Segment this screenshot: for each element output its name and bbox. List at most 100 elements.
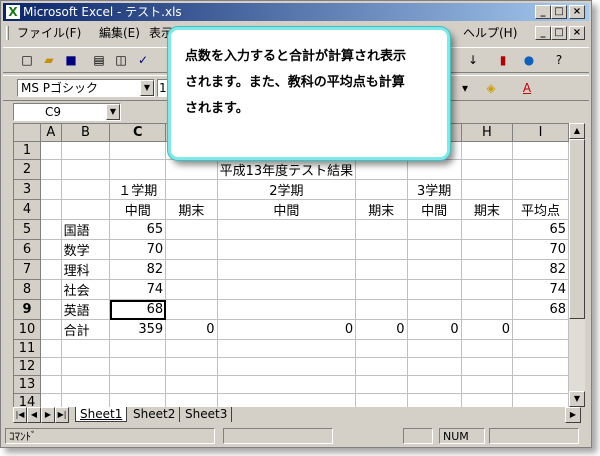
cell-f2[interactable] bbox=[355, 159, 408, 180]
cell-d5[interactable] bbox=[165, 219, 218, 240]
cell-i6[interactable]: 70 bbox=[512, 239, 569, 260]
column-header-h[interactable]: H bbox=[460, 123, 514, 142]
cell-h3[interactable] bbox=[460, 179, 514, 200]
scroll-down-button[interactable]: ▼ bbox=[569, 391, 585, 407]
cell-e4[interactable]: 中間 bbox=[216, 199, 357, 220]
last-sheet-button[interactable]: ▶| bbox=[55, 407, 69, 423]
scroll-up-button[interactable]: ▲ bbox=[569, 123, 585, 139]
cell-h11[interactable] bbox=[460, 339, 514, 358]
cell-d3[interactable] bbox=[165, 179, 218, 200]
cell-e7[interactable] bbox=[216, 259, 357, 280]
cell-i7[interactable]: 82 bbox=[512, 259, 569, 280]
cell-a9[interactable] bbox=[40, 299, 62, 320]
cell-h2[interactable] bbox=[460, 159, 514, 180]
cell-d2[interactable] bbox=[165, 159, 218, 180]
cell-g6[interactable] bbox=[406, 239, 462, 260]
scroll-thumb[interactable] bbox=[569, 139, 585, 319]
row-header[interactable]: 4 bbox=[13, 199, 42, 220]
cell-e9[interactable] bbox=[216, 299, 357, 320]
cell-b9[interactable]: 英語 bbox=[60, 299, 111, 320]
cell-c11[interactable] bbox=[109, 339, 167, 358]
cell-b5[interactable]: 国語 bbox=[60, 219, 111, 240]
font-name-select[interactable]: MS Pゴシック ▼ bbox=[17, 79, 155, 97]
font-name-dropdown-icon[interactable]: ▼ bbox=[140, 80, 154, 96]
cell-f11[interactable] bbox=[355, 339, 408, 358]
cell-d8[interactable] bbox=[165, 279, 218, 300]
cell-i11[interactable] bbox=[512, 339, 569, 358]
open-folder-icon[interactable]: ▰ bbox=[39, 51, 59, 69]
cell-h6[interactable] bbox=[460, 239, 514, 260]
cell-c9[interactable]: 68 bbox=[109, 299, 167, 320]
cell-g3[interactable]: 3学期 bbox=[406, 179, 462, 200]
cell-f4[interactable]: 期末 bbox=[355, 199, 408, 220]
cell-f5[interactable] bbox=[355, 219, 408, 240]
cell-d14[interactable] bbox=[165, 393, 218, 407]
cell-h4[interactable]: 期末 bbox=[460, 199, 514, 220]
cell-d4[interactable]: 期末 bbox=[165, 199, 218, 220]
font-color-icon[interactable]: A bbox=[517, 79, 537, 97]
worksheet-grid[interactable]: ABCDEFGHI12平成13年度テスト結果3１学期2学期3学期4中間期末中間期… bbox=[13, 123, 569, 407]
cell-e6[interactable] bbox=[216, 239, 357, 260]
cell-b14[interactable] bbox=[60, 393, 111, 407]
name-box-dropdown-icon[interactable]: ▼ bbox=[106, 104, 120, 120]
row-header[interactable]: 7 bbox=[13, 259, 42, 280]
cell-g5[interactable] bbox=[406, 219, 462, 240]
cell-c2[interactable] bbox=[109, 159, 167, 180]
cell-a5[interactable] bbox=[40, 219, 62, 240]
cell-g12[interactable] bbox=[406, 357, 462, 376]
maximize-button[interactable]: □ bbox=[551, 5, 567, 19]
cell-i9[interactable]: 68 bbox=[512, 299, 569, 320]
cell-b10[interactable]: 合計 bbox=[60, 319, 111, 340]
cell-a10[interactable] bbox=[40, 319, 62, 340]
cell-b3[interactable] bbox=[60, 179, 111, 200]
cell-b2[interactable] bbox=[60, 159, 111, 180]
cell-h1[interactable] bbox=[460, 141, 514, 160]
tab-sheet3[interactable]: Sheet3 bbox=[181, 407, 233, 422]
save-icon[interactable]: ■ bbox=[61, 51, 81, 69]
row-header[interactable]: 11 bbox=[13, 339, 42, 358]
cell-f7[interactable] bbox=[355, 259, 408, 280]
cell-d11[interactable] bbox=[165, 339, 218, 358]
cell-c13[interactable] bbox=[109, 375, 167, 394]
cell-a1[interactable] bbox=[40, 141, 62, 160]
cell-f14[interactable] bbox=[355, 393, 408, 407]
cell-g7[interactable] bbox=[406, 259, 462, 280]
cell-i1[interactable] bbox=[512, 141, 569, 160]
web-icon[interactable]: ● bbox=[519, 51, 539, 69]
cell-b11[interactable] bbox=[60, 339, 111, 358]
vertical-scrollbar[interactable]: ▲ ▼ bbox=[569, 123, 585, 407]
chart-wizard-icon[interactable]: ▮ bbox=[493, 51, 513, 69]
cell-e13[interactable] bbox=[216, 375, 357, 394]
row-header[interactable]: 9 bbox=[13, 299, 42, 320]
cell-c4[interactable]: 中間 bbox=[109, 199, 167, 220]
cell-h14[interactable] bbox=[460, 393, 514, 407]
cell-h13[interactable] bbox=[460, 375, 514, 394]
cell-d9[interactable] bbox=[165, 299, 218, 320]
cell-f13[interactable] bbox=[355, 375, 408, 394]
cell-g14[interactable] bbox=[406, 393, 462, 407]
row-header[interactable]: 3 bbox=[13, 179, 42, 200]
cell-e5[interactable] bbox=[216, 219, 357, 240]
column-header-i[interactable]: I bbox=[512, 123, 569, 142]
name-box[interactable]: C9 ▼ bbox=[13, 103, 121, 121]
cell-b7[interactable]: 理科 bbox=[60, 259, 111, 280]
row-header[interactable]: 5 bbox=[13, 219, 42, 240]
cell-b12[interactable] bbox=[60, 357, 111, 376]
cell-e2[interactable]: 平成13年度テスト結果 bbox=[216, 159, 357, 180]
new-file-icon[interactable]: □ bbox=[17, 51, 37, 69]
cell-g4[interactable]: 中間 bbox=[406, 199, 462, 220]
spellcheck-icon[interactable]: ✓ bbox=[133, 51, 153, 69]
first-sheet-button[interactable]: |◀ bbox=[13, 407, 27, 423]
minimize-button[interactable]: _ bbox=[535, 5, 551, 19]
cell-i5[interactable]: 65 bbox=[512, 219, 569, 240]
cell-g10[interactable]: 0 bbox=[406, 319, 462, 340]
row-header[interactable]: 6 bbox=[13, 239, 42, 260]
row-header[interactable]: 10 bbox=[13, 319, 42, 340]
cell-b4[interactable] bbox=[60, 199, 111, 220]
menu-file[interactable]: ファイル(F) bbox=[17, 23, 81, 43]
cell-i8[interactable]: 74 bbox=[512, 279, 569, 300]
cell-f8[interactable] bbox=[355, 279, 408, 300]
cell-b6[interactable]: 数学 bbox=[60, 239, 111, 260]
doc-restore-button[interactable]: □ bbox=[551, 26, 567, 40]
print-preview-icon[interactable]: ◫ bbox=[111, 51, 131, 69]
